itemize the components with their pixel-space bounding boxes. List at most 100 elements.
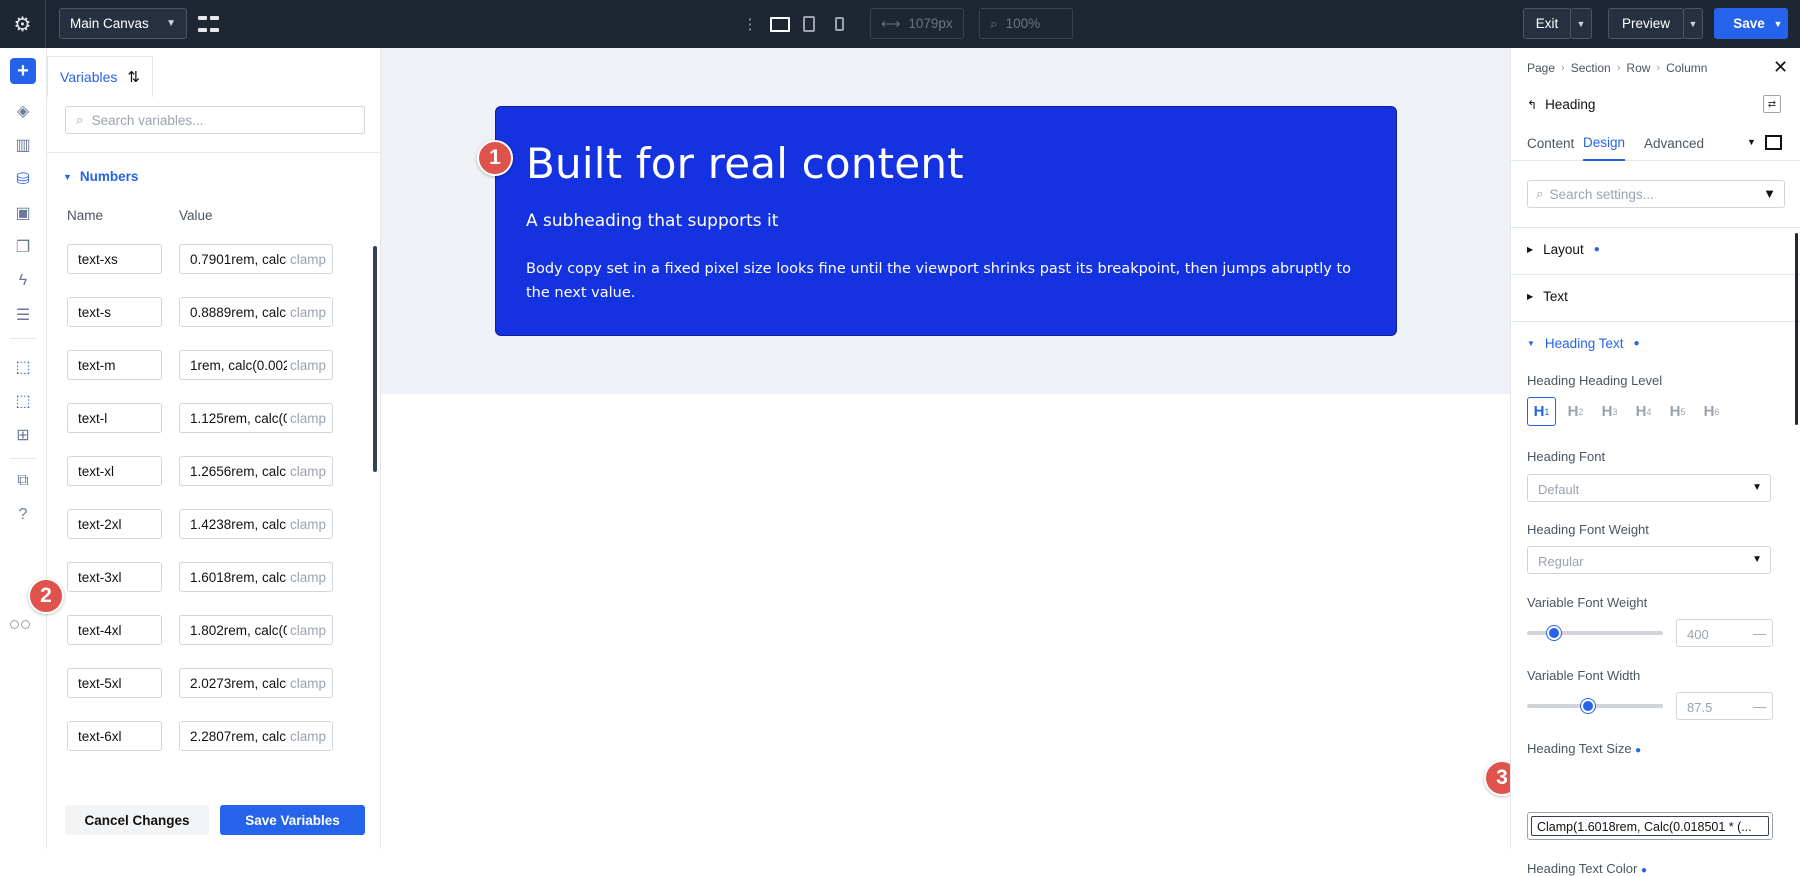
variable-name-field[interactable]: text-2xl [67, 509, 162, 539]
variable-value-field[interactable]: 1rem, calc(0.0026 clamp [179, 350, 333, 380]
group-layout[interactable]: ▶ Layout ● [1527, 242, 1600, 257]
variable-value-field[interactable]: 1.6018rem, calc(0. clamp [179, 562, 333, 592]
back-arrow-icon[interactable]: ↰ [1527, 98, 1537, 112]
help-icon[interactable]: ? [10, 502, 36, 528]
variable-name-field[interactable]: text-m [67, 350, 162, 380]
breadcrumb-item[interactable]: Row [1626, 61, 1650, 75]
filter-icon[interactable]: ▼ [1763, 186, 1776, 201]
var-width-label: Variable Font Width [1527, 668, 1641, 683]
breadcrumb-item[interactable]: Column [1666, 61, 1707, 75]
canvas-select[interactable]: Main Canvas ▼ [59, 8, 187, 39]
variables-scrollbar[interactable] [373, 246, 377, 472]
variable-name-field[interactable]: text-4xl [67, 615, 162, 645]
var-width-slider[interactable] [1527, 699, 1663, 713]
hero-heading[interactable]: Built for real content [526, 139, 964, 188]
exit-button[interactable]: Exit [1523, 8, 1571, 39]
tab-variables[interactable]: Variables ⇅ [47, 56, 153, 97]
more-vertical-icon[interactable]: ⋮ [743, 0, 758, 48]
variable-value-field[interactable]: 0.8889rem, calc(0. clamp [179, 297, 333, 327]
pages-icon[interactable]: ❐ [10, 234, 36, 260]
view-mode-icon[interactable] [1765, 135, 1782, 150]
tab-advanced[interactable]: Advanced [1644, 125, 1704, 161]
variable-value-field[interactable]: 2.0273rem, calc(0. clamp [179, 668, 333, 698]
group-heading-text[interactable]: ▼ Heading Text ● [1527, 336, 1640, 351]
cursor-select-icon[interactable]: ⬚ [10, 354, 36, 380]
cursor-multi-icon[interactable]: ⬚ [10, 388, 36, 414]
variable-value-field[interactable]: 1.4238rem, calc(0. clamp [179, 509, 333, 539]
hero-subheading[interactable]: A subheading that supports it [526, 211, 778, 231]
variable-function-tag: clamp [286, 676, 326, 691]
preview-button[interactable]: Preview [1608, 8, 1684, 39]
variable-name-field[interactable]: text-5xl [67, 668, 162, 698]
settings-search-input[interactable]: ⌕ Search settings... ▼ [1527, 180, 1785, 208]
heading-level-h1[interactable]: H1 [1527, 397, 1556, 426]
variable-name-field[interactable]: text-6xl [67, 721, 162, 751]
save-dropdown-icon[interactable]: ▼ [1768, 8, 1788, 39]
var-weight-knob[interactable] [1547, 626, 1562, 640]
mode-toggle[interactable] [10, 620, 30, 629]
variable-value-field[interactable]: 1.802rem, calc(0.0 clamp [179, 615, 333, 645]
desktop-view-icon[interactable] [767, 0, 793, 48]
save-variables-button[interactable]: Save Variables [220, 805, 365, 835]
stack-icon[interactable]: ⧉ [10, 468, 36, 494]
add-element-icon[interactable]: + [10, 58, 36, 84]
heading-level-h6[interactable]: H6 [1697, 397, 1726, 426]
tablet-view-icon[interactable] [798, 0, 820, 48]
var-weight-slider[interactable] [1527, 626, 1663, 640]
library-icon[interactable]: ▥ [10, 132, 36, 158]
settings-scrollbar[interactable] [1795, 233, 1798, 425]
tab-design[interactable]: Design [1583, 125, 1626, 161]
zoom-field[interactable]: ⌕ 100% [979, 8, 1073, 39]
breadcrumb-item[interactable]: Section [1571, 61, 1611, 75]
variable-value-field[interactable]: 1.2656rem, calc(0. clamp [179, 456, 333, 486]
breadcrumb-item[interactable]: Page [1527, 61, 1555, 75]
lightning-icon[interactable]: ϟ [10, 268, 36, 294]
variable-name-field[interactable]: text-xl [67, 456, 162, 486]
theme-builder-icon[interactable]: ⊞ [10, 422, 36, 448]
exit-dropdown-icon[interactable]: ▼ [1570, 8, 1592, 39]
variable-value-field[interactable]: 0.7901rem, calc(0. clamp [179, 244, 333, 274]
phone-view-icon[interactable] [828, 0, 850, 48]
variable-name-field[interactable]: text-s [67, 297, 162, 327]
responsive-icon[interactable]: ⇄ [1763, 95, 1781, 113]
presets-icon[interactable]: ▣ [10, 200, 36, 226]
modified-dot-icon: ● [1593, 244, 1600, 255]
var-weight-input[interactable]: 400 — [1676, 619, 1773, 647]
heading-level-h5[interactable]: H5 [1663, 397, 1692, 426]
left-icon-rail: + ◈ ▥ ⛁ ▣ ❐ ϟ ☰ ⬚ ⬚ ⊞ ⧉ ? [0, 48, 47, 849]
sort-icon[interactable]: ⇅ [127, 68, 140, 86]
variable-value-field[interactable]: 2.2807rem, calc(0. clamp [179, 721, 333, 751]
group-text[interactable]: ▶ Text [1527, 289, 1568, 304]
text-size-input[interactable]: Clamp(1.6018rem, Calc(0.018501 * (... [1527, 812, 1773, 840]
variables-database-icon[interactable]: ⛁ [10, 166, 36, 192]
var-width-knob[interactable] [1581, 699, 1596, 713]
layers-icon[interactable]: ◈ [10, 98, 36, 124]
canvas-width-field[interactable]: ⟷ 1079px [870, 8, 964, 39]
heading-level-h2[interactable]: H2 [1561, 397, 1590, 426]
settings-gear-icon[interactable]: ⚙ [0, 0, 46, 48]
variable-value-field[interactable]: 1.125rem, calc(0.0 clamp [179, 403, 333, 433]
heading-font-value: Default [1538, 482, 1580, 497]
tab-content[interactable]: Content [1527, 125, 1574, 161]
heading-weight-label: Heading Font Weight [1527, 522, 1649, 537]
numbers-section-toggle[interactable]: ▼ Numbers [63, 169, 138, 184]
chevron-down-icon: ▼ [166, 18, 176, 29]
text-size-value[interactable]: Clamp(1.6018rem, Calc(0.018501 * (... [1531, 816, 1769, 836]
heading-level-h4[interactable]: H4 [1629, 397, 1658, 426]
heading-font-select[interactable]: Default ▼ [1527, 474, 1771, 502]
variable-name-field[interactable]: text-l [67, 403, 162, 433]
variable-name-field[interactable]: text-xs [67, 244, 162, 274]
preview-dropdown-icon[interactable]: ▼ [1683, 8, 1703, 39]
var-width-input[interactable]: 87.5 — [1676, 692, 1773, 720]
hero-block[interactable]: Built for real content A subheading that… [495, 106, 1397, 336]
list-icon[interactable]: ☰ [10, 302, 36, 328]
variable-name-field[interactable]: text-3xl [67, 562, 162, 592]
heading-weight-select[interactable]: Regular ▼ [1527, 546, 1771, 574]
cancel-changes-button[interactable]: Cancel Changes [65, 805, 209, 835]
hero-body[interactable]: Body copy set in a fixed pixel size look… [526, 257, 1366, 305]
heading-level-h3[interactable]: H3 [1595, 397, 1624, 426]
variables-search-input[interactable]: ⌕ Search variables... [65, 106, 365, 134]
close-icon[interactable]: ✕ [1773, 57, 1788, 78]
tabs-dropdown-icon[interactable]: ▼ [1747, 137, 1756, 147]
canvas-grid-icon[interactable] [197, 13, 219, 35]
